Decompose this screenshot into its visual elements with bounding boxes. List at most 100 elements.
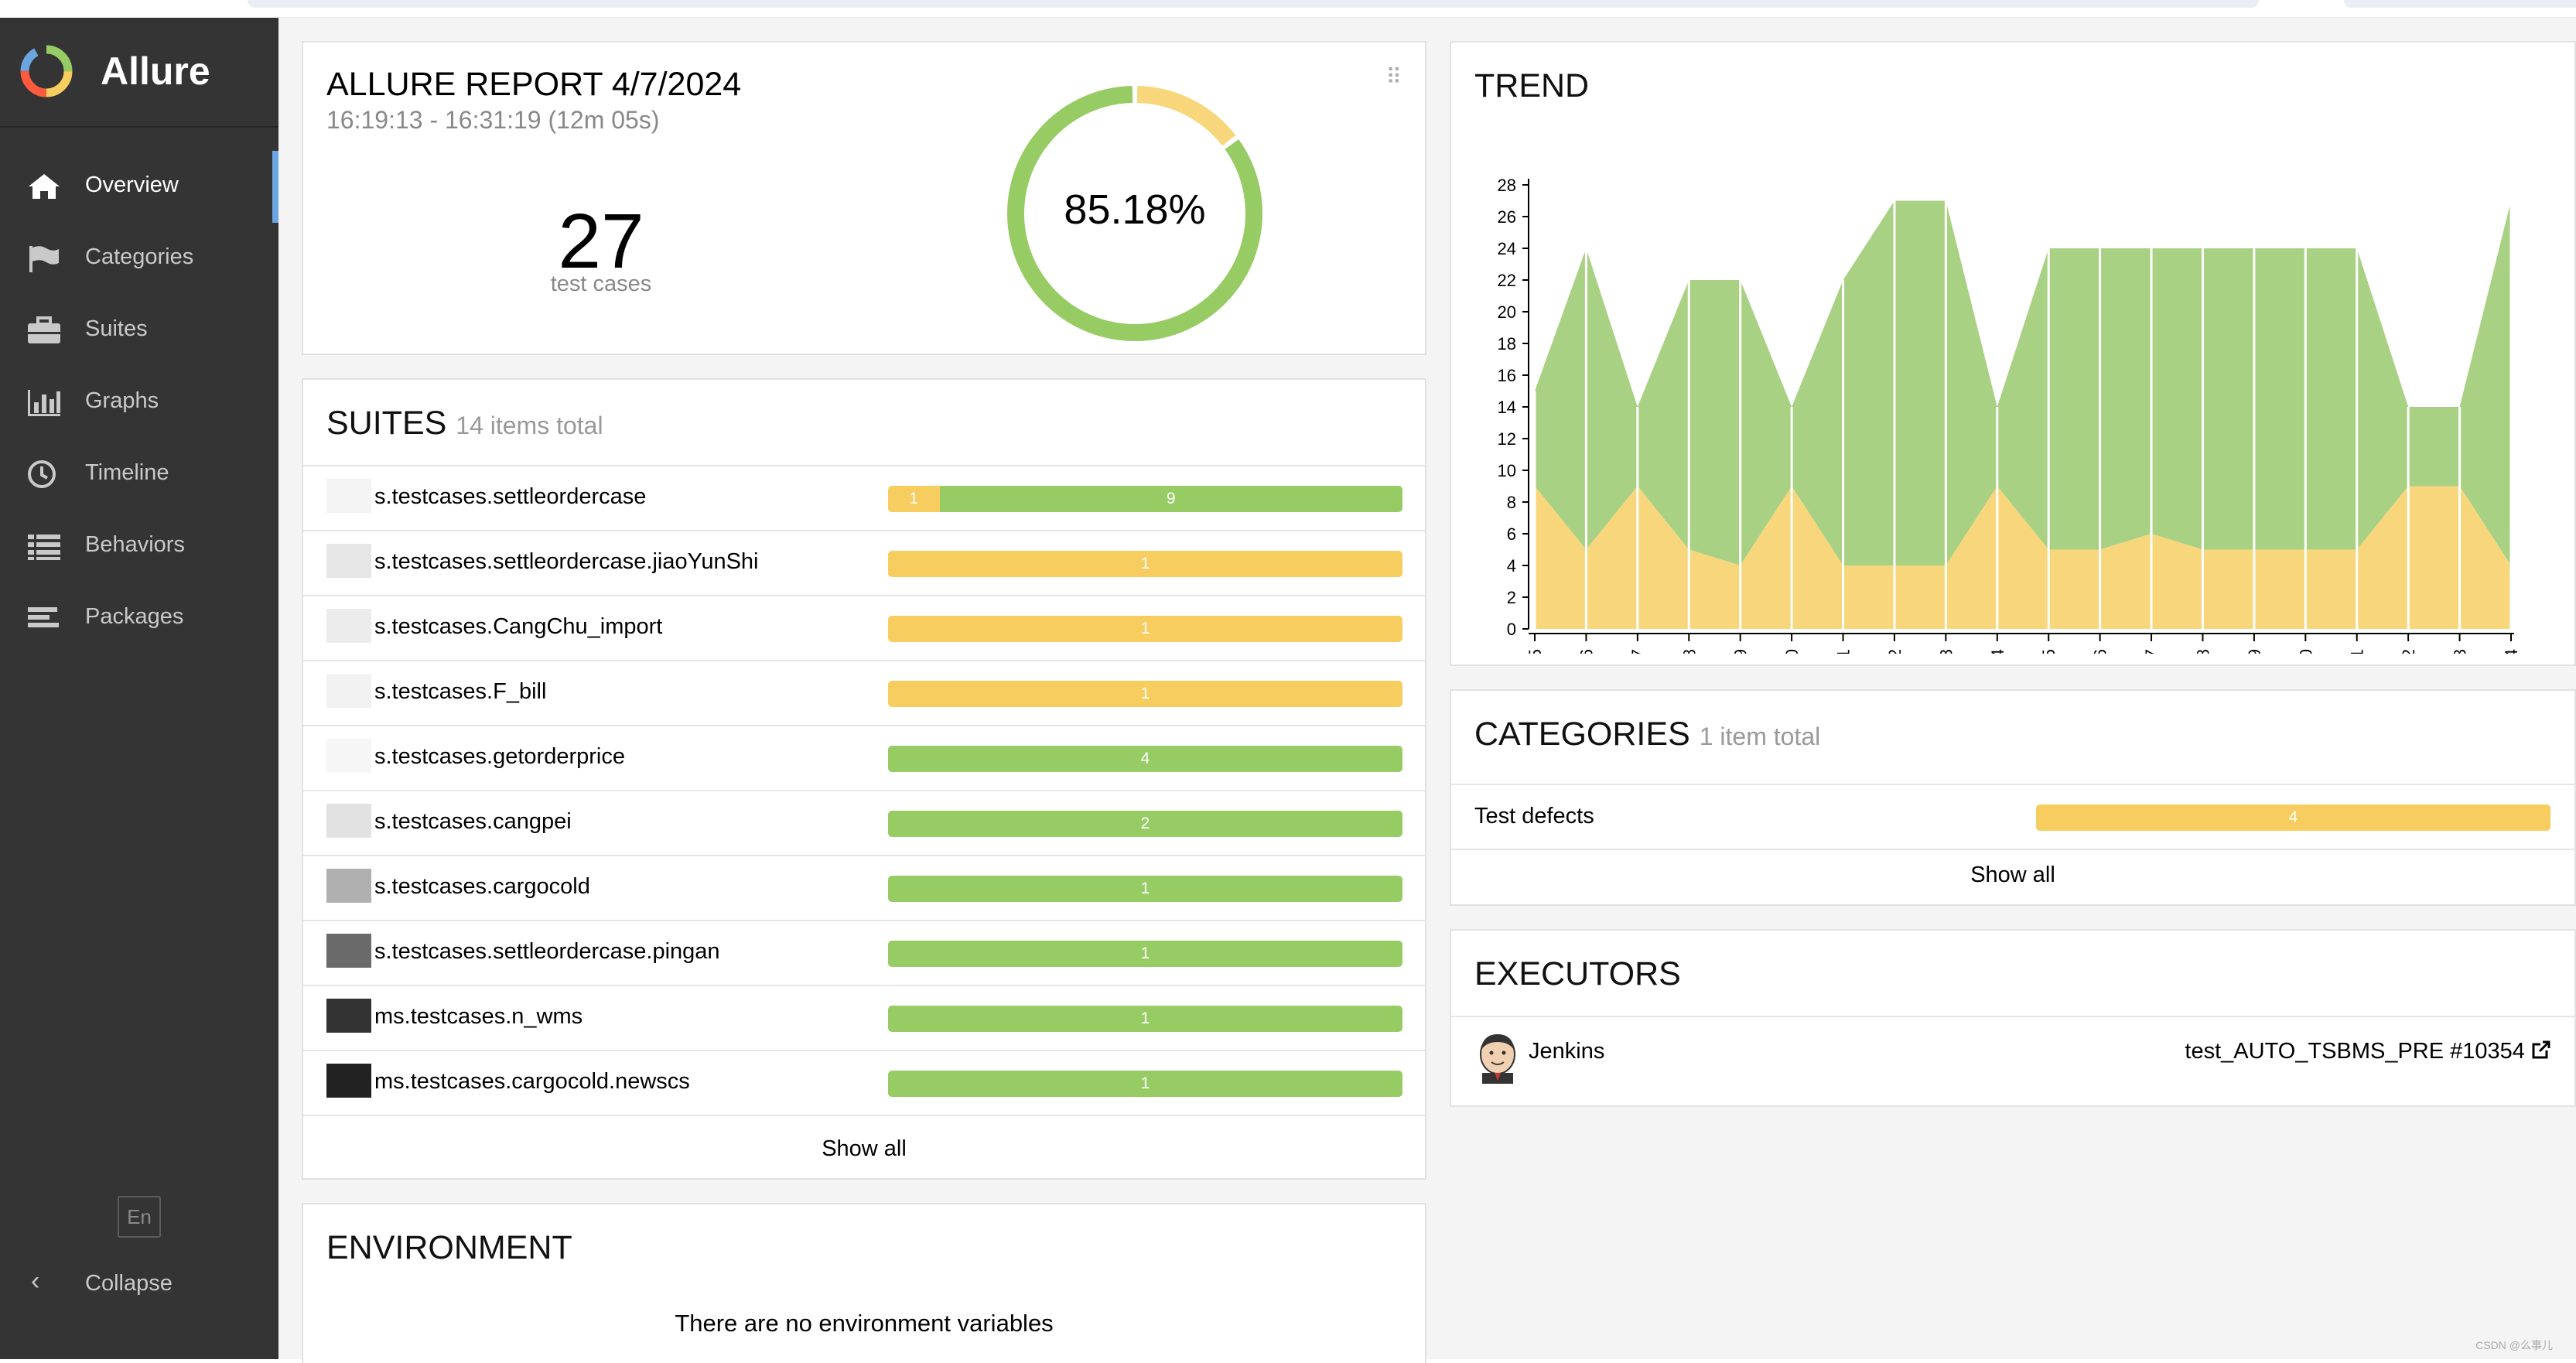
nav-graphs[interactable]: Graphs <box>0 367 278 439</box>
trend-x-tick-label: #10344 <box>1988 649 2007 654</box>
status-segment-broken[interactable]: 1 <box>888 486 940 512</box>
trend-area-passed <box>1535 200 2511 565</box>
main-content: ALLURE REPORT 4/7/2024 16:19:13 - 16:31:… <box>278 18 2576 1363</box>
suite-status-bar[interactable]: 1 <box>888 616 1402 642</box>
suite-row[interactable]: ms.testcases.cargocold.newscs 1 <box>303 1050 1425 1115</box>
suite-row[interactable]: s.testcases.cargocold 1 <box>303 855 1425 920</box>
category-status-bar[interactable]: 4 <box>2036 804 2550 831</box>
suite-row[interactable]: s.testcases.settleordercase 1 9 <box>303 465 1425 530</box>
suite-status-bar[interactable]: 4 <box>888 746 1402 772</box>
suite-name: s.testcases.settleordercase.pingan <box>374 939 720 964</box>
categories-header: CATEGORIES 1 item total <box>1474 716 1820 753</box>
status-segment-passed[interactable]: 1 <box>888 1006 1402 1032</box>
suite-status-bar[interactable]: 1 <box>888 876 1402 902</box>
trend-x-tick-label: #10335 <box>1525 649 1545 654</box>
status-segment-broken[interactable]: 1 <box>888 551 1402 577</box>
report-time-range: 16:19:13 - 16:31:19 (12m 05s) <box>326 106 660 134</box>
trend-x-tick-label: #10339 <box>1731 649 1751 654</box>
executors-widget: EXECUTORS Jenkins test_AUTO_TSBMS_PRE #1… <box>1450 929 2576 1107</box>
flag-icon <box>29 246 59 272</box>
suite-name: s.testcases.settleordercase <box>374 484 647 509</box>
redacted-prefix <box>326 804 371 838</box>
trend-y-tick-label: 6 <box>1507 524 1516 544</box>
status-segment-broken[interactable]: 1 <box>888 616 1402 642</box>
bar-chart-icon <box>28 390 60 416</box>
status-segment-passed[interactable]: 2 <box>888 811 1402 837</box>
trend-x-tick-label: #10338 <box>1679 649 1699 654</box>
collapse-button[interactable]: ‹ Collapse <box>0 1254 278 1308</box>
suite-status-bar[interactable]: 1 <box>888 941 1402 967</box>
suite-row[interactable]: s.testcases.CangChu_import 1 <box>303 595 1425 660</box>
environment-title: ENVIRONMENT <box>326 1229 572 1266</box>
drag-handle-icon[interactable]: ⠿ <box>1385 64 1402 90</box>
status-segment-passed[interactable]: 1 <box>888 876 1402 902</box>
trend-y-tick-label: 14 <box>1498 398 1516 417</box>
suite-name: s.testcases.settleordercase.jiaoYunShi <box>374 549 759 574</box>
nav-suites-label: Suites <box>85 316 148 341</box>
status-segment-passed[interactable]: 1 <box>888 1071 1402 1097</box>
watermark: CSDN @么事儿 <box>2475 1339 2553 1351</box>
nav-categories[interactable]: Categories <box>0 223 278 295</box>
collapse-label: Collapse <box>85 1271 173 1296</box>
nav-behaviors[interactable]: Behaviors <box>0 511 278 582</box>
category-row-test-defects[interactable]: Test defects 4 <box>1451 784 2573 849</box>
suite-status-bar[interactable]: 1 <box>888 1071 1402 1097</box>
brand-name: Allure <box>101 50 210 93</box>
suite-status-bar[interactable]: 2 <box>888 811 1402 837</box>
suite-status-bar[interactable]: 19 <box>888 486 1402 512</box>
divider <box>303 1115 1425 1116</box>
status-segment-passed[interactable]: 4 <box>888 746 1402 772</box>
suite-status-bar[interactable]: 1 <box>888 1006 1402 1032</box>
suite-row[interactable]: s.testcases.cangpei 2 <box>303 790 1425 855</box>
nav-packages-label: Packages <box>85 604 184 629</box>
trend-x-tick-label: #10353 <box>2451 649 2470 654</box>
status-segment-passed[interactable]: 9 <box>939 486 1402 512</box>
suite-row[interactable]: s.testcases.settleordercase.pingan 1 <box>303 920 1425 985</box>
nav-timeline[interactable]: Timeline <box>0 439 278 511</box>
executor-build-label: test_AUTO_TSBMS_PRE #10354 <box>2185 1039 2525 1064</box>
categories-show-all[interactable]: Show all <box>1451 863 2574 888</box>
suite-row[interactable]: s.testcases.getorderprice 4 <box>303 725 1425 790</box>
suite-row[interactable]: s.testcases.F_bill 1 <box>303 660 1425 725</box>
executor-build-link[interactable]: test_AUTO_TSBMS_PRE #10354 <box>2185 1039 2551 1064</box>
success-rate-donut[interactable]: 85.18% <box>999 78 1270 349</box>
trend-y-tick-label: 12 <box>1498 429 1516 449</box>
suite-status-bar[interactable]: 1 <box>888 681 1402 707</box>
trend-chart[interactable]: 0246810121416182022242628#10335#10336#10… <box>1482 128 2550 654</box>
trend-x-tick-label: #10354 <box>2502 649 2521 654</box>
list-icon <box>28 535 60 560</box>
trend-y-tick-label: 16 <box>1498 366 1516 385</box>
nav-suites[interactable]: Suites <box>0 295 278 367</box>
suite-row[interactable]: ms.testcases.n_wms 1 <box>303 985 1425 1050</box>
clock-icon <box>28 460 56 488</box>
language-switcher[interactable]: En <box>118 1196 161 1238</box>
report-title: ALLURE REPORT 4/7/2024 <box>326 66 742 103</box>
nav-overview[interactable]: Overview <box>0 151 278 223</box>
divider <box>1451 1016 2574 1017</box>
suites-header: SUITES 14 items total <box>326 405 603 442</box>
redacted-prefix <box>326 869 371 903</box>
category-name: Test defects <box>1474 804 1594 828</box>
total-tests-label: test cases <box>550 272 652 296</box>
trend-x-tick-label: #10346 <box>2091 649 2110 654</box>
jenkins-avatar-icon <box>1480 1034 1515 1084</box>
trend-y-tick-label: 2 <box>1507 588 1516 607</box>
redacted-prefix <box>326 934 371 968</box>
suite-status-bar[interactable]: 1 <box>888 551 1402 577</box>
suites-show-all[interactable]: Show all <box>303 1136 1425 1162</box>
suite-row[interactable]: s.testcases.settleordercase.jiaoYunShi 1 <box>303 530 1425 595</box>
suites-widget: SUITES 14 items total s.testcases.settle… <box>302 378 1426 1180</box>
status-segment-broken[interactable]: 1 <box>888 681 1402 707</box>
trend-x-tick-label: #10352 <box>2399 649 2418 654</box>
trend-x-tick-label: #10343 <box>1936 649 1956 654</box>
redacted-prefix <box>326 1064 371 1098</box>
brand[interactable]: Allure <box>0 18 278 128</box>
address-bar <box>248 0 2259 8</box>
trend-x-tick-label: #10340 <box>1782 649 1802 654</box>
redacted-prefix <box>326 999 371 1033</box>
redacted-prefix <box>326 609 371 643</box>
trend-x-tick-label: #10342 <box>1885 649 1905 654</box>
status-segment-passed[interactable]: 1 <box>888 941 1402 967</box>
donut-slice-broken[interactable] <box>1136 86 1236 146</box>
nav-packages[interactable]: Packages <box>0 582 278 654</box>
